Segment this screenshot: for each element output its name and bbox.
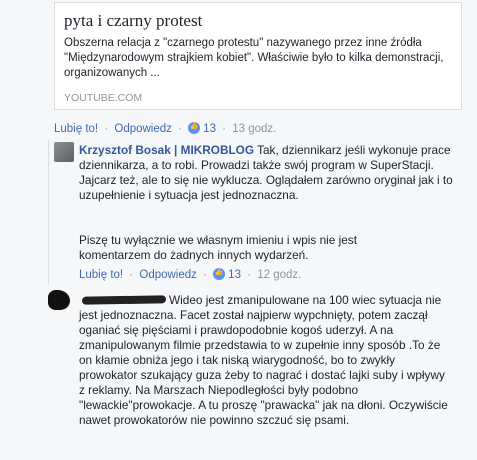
separator-dot: ·	[104, 123, 109, 135]
preview-title[interactable]: pyta i czarny protest	[64, 11, 202, 31]
timestamp[interactable]: 12 godz.	[257, 269, 301, 281]
separator-dot: ·	[178, 123, 182, 135]
avatar[interactable]	[54, 142, 74, 162]
separator-dot: ·	[203, 269, 207, 281]
separator-dot: ·	[129, 269, 134, 281]
like-count-icon	[213, 268, 226, 280]
timestamp[interactable]: 13 godz.	[232, 123, 276, 135]
reply-button[interactable]: Odpowiedz	[139, 269, 197, 281]
like-count[interactable]: 13	[203, 123, 216, 135]
reply2-text: Wideo jest zmanipulowane na 100 wiec syt…	[79, 293, 448, 427]
link-preview-card[interactable]: pyta i czarny protest Obszerna relacja z…	[54, 2, 462, 110]
preview-source: YOUTUBE.COM	[64, 92, 143, 104]
reply-text: Krzysztof Bosak | MIKROBLOG Tak, dzienni…	[79, 143, 465, 203]
comment-actions: Lubię to! · Odpowiedz · 13 · 13 godz.	[54, 122, 276, 135]
reply-actions: Lubię to! · Odpowiedz · 13 · 12 godz.	[79, 268, 301, 281]
reply-text-p2: Piszę tu wyłącznie we własnym imieniu i …	[79, 233, 357, 262]
like-count[interactable]: 13	[228, 269, 241, 281]
separator-dot: ·	[222, 123, 227, 135]
author-name[interactable]: Krzysztof Bosak | MIKROBLOG	[79, 143, 254, 157]
like-button[interactable]: Lubię to!	[54, 123, 98, 135]
reply-button[interactable]: Odpowiedz	[114, 123, 172, 135]
like-button[interactable]: Lubię to!	[79, 269, 123, 281]
separator-dot: ·	[247, 269, 252, 281]
thread-line	[48, 140, 49, 285]
preview-description: Obszerna relacja z "czarnego protestu" n…	[64, 37, 444, 79]
redacted-avatar	[48, 290, 70, 310]
like-count-icon	[188, 122, 201, 134]
